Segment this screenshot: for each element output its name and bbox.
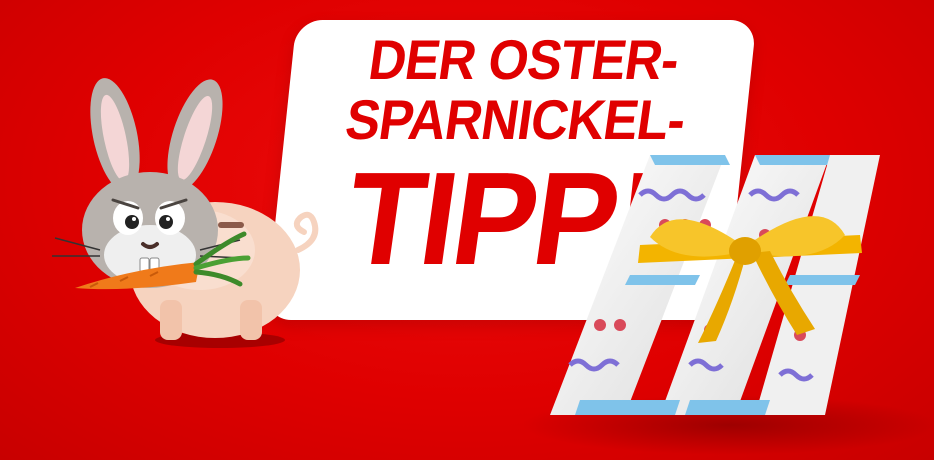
- m-logo-easter-egg: [550, 155, 880, 415]
- easter-promo-banner[interactable]: DER OSTER- SPARNICKEL- TIPP!: [0, 0, 934, 460]
